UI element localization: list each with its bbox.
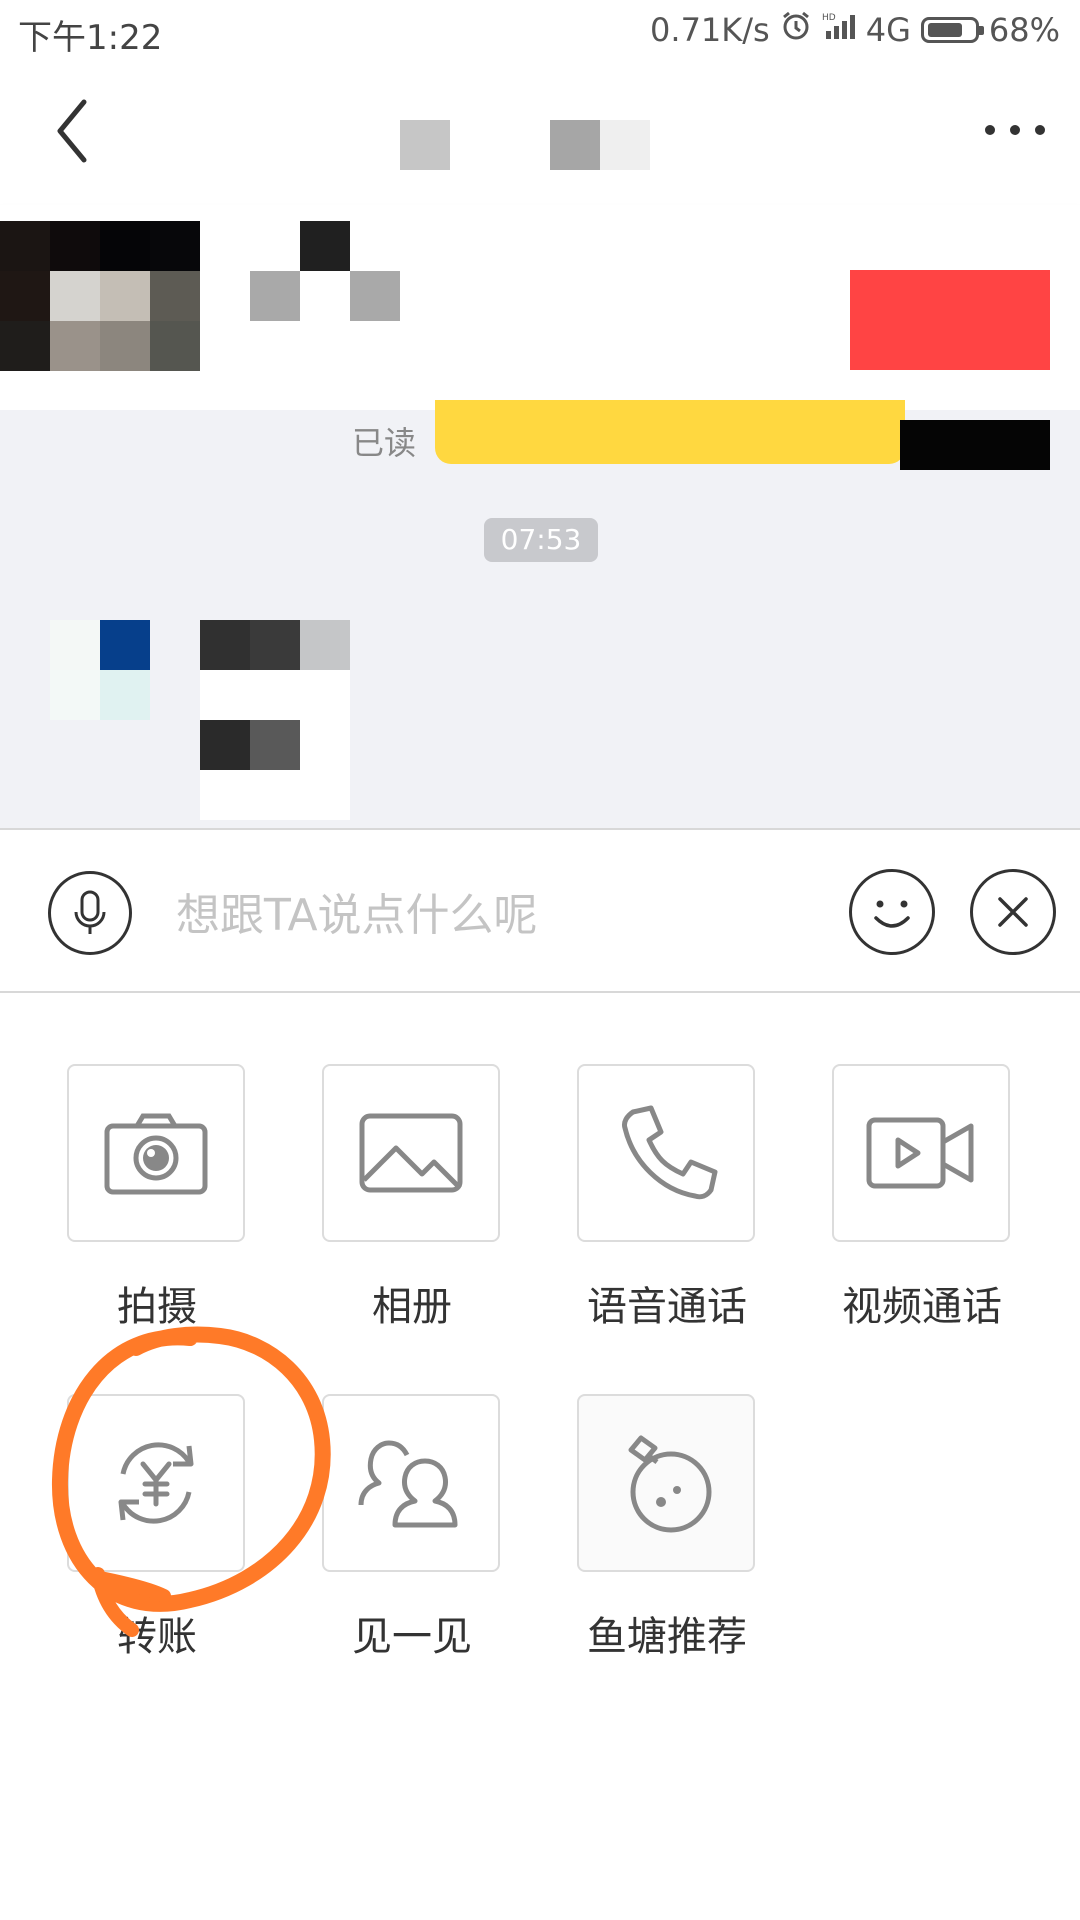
phone-icon: [622, 1105, 718, 1200]
tool-fish-pond[interactable]: 鱼塘推荐: [577, 1394, 757, 1660]
product-thumbnail: [150, 221, 200, 271]
tool-box: [67, 1394, 245, 1572]
battery-level: 68%: [988, 11, 1060, 49]
tool-box: [577, 1064, 755, 1242]
tool-box: [67, 1064, 245, 1242]
title-blurred: [400, 120, 450, 170]
status-bar: 下午1:22 0.71K/s HD 4G 68%: [0, 0, 1080, 64]
product-text-blurred: [300, 221, 350, 271]
product-thumbnail: [100, 271, 150, 321]
emoji-button[interactable]: [849, 869, 935, 955]
message-input[interactable]: [176, 880, 816, 950]
tool-label: 视频通话: [842, 1284, 1002, 1330]
title-blurred: [600, 120, 650, 170]
product-text-blurred: [250, 271, 300, 321]
product-text-blurred: [350, 271, 400, 321]
item-info-bar[interactable]: [0, 205, 1080, 410]
tool-label: 见一见: [352, 1614, 472, 1660]
tool-label: 转账: [117, 1614, 197, 1660]
transfer-yuan-icon: [118, 1442, 194, 1524]
signal-icon: HD: [822, 11, 856, 49]
action-tag-red[interactable]: [850, 270, 1050, 370]
tool-voice-call[interactable]: 语音通话: [577, 1064, 757, 1330]
photo-album-icon: [359, 1113, 463, 1193]
alarm-icon: [780, 10, 812, 50]
received-message-blurred: [250, 620, 300, 670]
tool-album[interactable]: 相册: [322, 1064, 502, 1330]
svg-text:HD: HD: [822, 13, 836, 23]
battery-icon: [920, 17, 984, 43]
received-message-blurred: [200, 620, 250, 670]
product-thumbnail: [0, 321, 50, 371]
avatar: [100, 620, 150, 670]
tool-box: [322, 1394, 500, 1572]
meet-people-icon: [358, 1440, 458, 1528]
smiley-icon: [874, 900, 910, 928]
camera-icon: [104, 1113, 208, 1195]
avatar[interactable]: [50, 620, 100, 670]
tool-label: 鱼塘推荐: [587, 1614, 747, 1660]
net-speed: 0.71K/s: [650, 11, 770, 49]
product-thumbnail: [50, 221, 100, 271]
product-thumbnail: [100, 321, 150, 371]
status-time: 下午1:22: [18, 18, 163, 58]
back-button[interactable]: [50, 96, 100, 166]
read-receipt: 已读: [352, 424, 417, 462]
tool-label: 语音通话: [587, 1284, 747, 1330]
more-dots-icon: [985, 125, 1045, 135]
product-thumbnail: [50, 321, 100, 371]
close-icon: [998, 897, 1028, 927]
received-message-blurred: [200, 720, 250, 770]
tool-video-call[interactable]: 视频通话: [832, 1064, 1012, 1330]
tool-label: 相册: [372, 1284, 452, 1330]
title-blurred: [550, 120, 600, 170]
avatar: [50, 670, 100, 720]
product-thumbnail: [50, 271, 100, 321]
microphone-icon: [74, 890, 106, 934]
video-camera-icon: [866, 1117, 974, 1189]
avatar: [100, 670, 150, 720]
tool-label: 拍摄: [117, 1284, 197, 1330]
status-indicators: 0.71K/s HD 4G 68%: [650, 10, 1060, 50]
product-thumbnail: [100, 221, 150, 271]
product-thumbnail: [0, 221, 50, 271]
message-timestamp: 07:53: [484, 518, 598, 562]
more-options-button[interactable]: [980, 112, 1050, 148]
sent-message-bubble[interactable]: [435, 400, 905, 464]
product-thumbnail: [150, 271, 200, 321]
received-message-blurred: [300, 620, 350, 670]
product-thumbnail: [150, 321, 200, 371]
network-type: 4G: [865, 11, 911, 49]
close-panel-button[interactable]: [970, 869, 1056, 955]
chat-message-area: [0, 410, 1080, 828]
tool-box: [577, 1394, 755, 1572]
fish-pond-icon: [628, 1435, 712, 1533]
voice-input-button[interactable]: [48, 871, 132, 955]
tool-box: [322, 1064, 500, 1242]
avatar[interactable]: [900, 420, 1050, 470]
tool-camera[interactable]: 拍摄: [67, 1064, 247, 1330]
chevron-left-icon: [57, 99, 87, 163]
chat-header: [0, 64, 1080, 204]
received-message-blurred: [250, 720, 300, 770]
tool-box: [832, 1064, 1010, 1242]
tool-meet[interactable]: 见一见: [322, 1394, 502, 1660]
tool-transfer[interactable]: 转账: [67, 1394, 247, 1660]
product-thumbnail: [0, 271, 50, 321]
